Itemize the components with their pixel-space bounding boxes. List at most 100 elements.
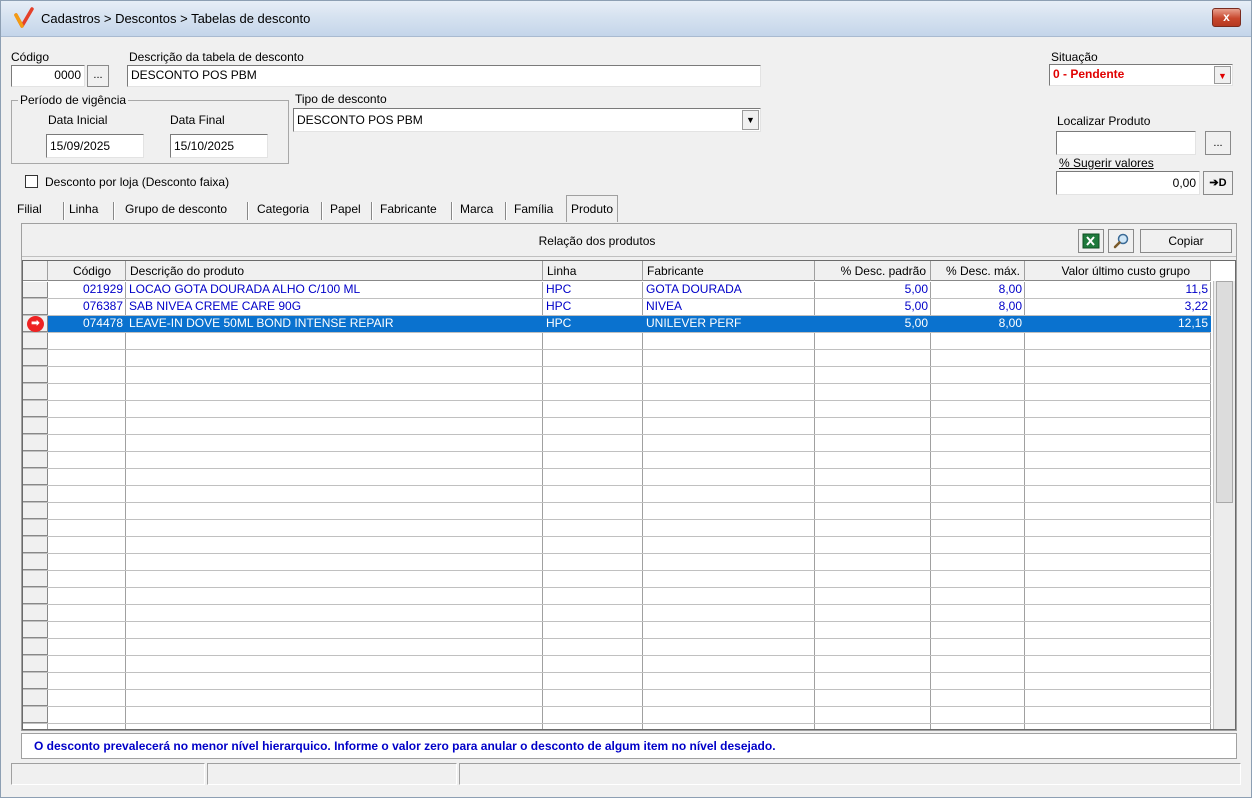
magnifier-icon bbox=[1113, 233, 1129, 249]
chevron-down-icon[interactable]: ▼ bbox=[1214, 66, 1231, 84]
tab-linha[interactable]: Linha bbox=[65, 198, 102, 222]
data-final-label: Data Final bbox=[170, 113, 225, 127]
row-indicator[interactable] bbox=[23, 282, 48, 298]
vertical-scrollbar[interactable] bbox=[1213, 281, 1235, 729]
cell-codigo: 076387 bbox=[82, 299, 123, 313]
row-indicator[interactable] bbox=[23, 690, 48, 706]
row-divider bbox=[23, 434, 1211, 435]
localizar-label: Localizar Produto bbox=[1057, 114, 1151, 128]
row-divider bbox=[23, 502, 1211, 503]
situacao-select[interactable]: 0 - Pendente ▼ bbox=[1049, 64, 1233, 86]
header-desc-padrao[interactable]: % Desc. padrão bbox=[815, 261, 931, 281]
tab-filial[interactable]: Filial bbox=[13, 198, 46, 222]
row-indicator[interactable] bbox=[23, 656, 48, 672]
row-divider bbox=[23, 638, 1211, 639]
copiar-button[interactable]: Copiar bbox=[1140, 229, 1232, 253]
row-indicator[interactable] bbox=[23, 486, 48, 502]
row-indicator[interactable] bbox=[23, 622, 48, 638]
chevron-down-icon[interactable]: ▼ bbox=[742, 110, 759, 130]
excel-icon bbox=[1082, 233, 1100, 249]
title-bar: Cadastros > Descontos > Tabelas de desco… bbox=[1, 1, 1251, 37]
row-indicator[interactable] bbox=[23, 503, 48, 519]
descricao-input[interactable]: DESCONTO POS PBM bbox=[127, 65, 761, 87]
situacao-label: Situação bbox=[1051, 50, 1098, 64]
header-codigo[interactable]: Código bbox=[48, 261, 126, 281]
row-indicator[interactable] bbox=[23, 537, 48, 553]
tab-papel[interactable]: Papel bbox=[326, 198, 365, 222]
row-divider bbox=[23, 536, 1211, 537]
row-indicator[interactable] bbox=[23, 384, 48, 400]
row-indicator[interactable] bbox=[23, 469, 48, 485]
tab-produto[interactable]: Produto bbox=[566, 195, 619, 222]
close-button[interactable]: x bbox=[1212, 8, 1241, 27]
row-indicator[interactable] bbox=[23, 435, 48, 451]
header-desc-max[interactable]: % Desc. máx. bbox=[931, 261, 1025, 281]
sugerir-input[interactable]: 0,00 bbox=[1056, 171, 1200, 195]
codigo-lookup-button[interactable]: ... bbox=[87, 65, 109, 87]
cell-desc-max: 8,00 bbox=[998, 282, 1022, 296]
header-valor[interactable]: Valor último custo grupo bbox=[1025, 261, 1211, 281]
codigo-label: Código bbox=[11, 50, 50, 64]
row-divider bbox=[23, 604, 1211, 605]
row-indicator[interactable] bbox=[23, 299, 48, 315]
row-indicator[interactable] bbox=[23, 333, 48, 349]
row-indicator[interactable] bbox=[23, 401, 48, 417]
row-indicator[interactable] bbox=[23, 673, 48, 689]
header-linha[interactable]: Linha bbox=[543, 261, 643, 281]
tipo-select[interactable]: DESCONTO POS PBM ▼ bbox=[293, 108, 761, 132]
localizar-button[interactable]: ... bbox=[1205, 131, 1231, 155]
produtos-grid[interactable]: Código Descrição do produto Linha Fabric… bbox=[22, 260, 1236, 730]
row-divider bbox=[23, 366, 1211, 367]
row-divider bbox=[23, 451, 1211, 452]
codigo-input[interactable]: 0000 bbox=[11, 65, 85, 87]
tab-separator bbox=[247, 202, 249, 220]
cell-desc-padrao: 5,00 bbox=[904, 299, 928, 313]
row-indicator[interactable] bbox=[23, 588, 48, 604]
data-final-input[interactable]: 15/10/2025 bbox=[170, 134, 268, 158]
tab-marca[interactable]: Marca bbox=[456, 198, 497, 222]
row-indicator[interactable] bbox=[23, 707, 48, 723]
tab-separator bbox=[451, 202, 453, 220]
row-indicator[interactable] bbox=[23, 367, 48, 383]
main-window: Cadastros > Descontos > Tabelas de desco… bbox=[0, 0, 1252, 798]
data-inicial-input[interactable]: 15/09/2025 bbox=[46, 134, 144, 158]
apply-suggestion-button[interactable]: ➔D bbox=[1203, 171, 1233, 195]
row-indicator[interactable] bbox=[23, 639, 48, 655]
excel-export-button[interactable] bbox=[1078, 229, 1104, 253]
localizar-input[interactable] bbox=[1056, 131, 1196, 155]
row-divider bbox=[23, 468, 1211, 469]
table-row[interactable]: 076387 SAB NIVEA CREME CARE 90G HPC NIVEA 5,… bbox=[48, 299, 1211, 315]
table-row[interactable]: 021929 LOCAO GOTA DOURADA ALHO C/100 ML HP… bbox=[48, 282, 1211, 298]
tab-fabricante[interactable]: Fabricante bbox=[376, 198, 441, 222]
row-divider bbox=[23, 349, 1211, 350]
row-divider bbox=[23, 706, 1211, 707]
desconto-loja-checkbox[interactable] bbox=[25, 175, 38, 188]
cell-desc-max: 8,00 bbox=[998, 299, 1022, 313]
cell-fabricante: NIVEA bbox=[646, 299, 683, 313]
scrollbar-thumb[interactable] bbox=[1216, 281, 1233, 503]
tab-familia[interactable]: Família bbox=[510, 198, 557, 222]
row-divider bbox=[23, 383, 1211, 384]
row-indicator[interactable] bbox=[23, 418, 48, 434]
header-descricao[interactable]: Descrição do produto bbox=[126, 261, 543, 281]
row-indicator[interactable] bbox=[23, 554, 48, 570]
table-row[interactable]: 074478 LEAVE-IN DOVE 50ML BOND INTENSE RE… bbox=[48, 316, 1211, 332]
tab-separator bbox=[371, 202, 373, 220]
row-indicator[interactable] bbox=[23, 452, 48, 468]
tab-categoria[interactable]: Categoria bbox=[253, 198, 313, 222]
row-divider bbox=[23, 553, 1211, 554]
tab-grupo-desconto[interactable]: Grupo de desconto bbox=[121, 198, 231, 222]
search-button[interactable] bbox=[1108, 229, 1134, 253]
header-fabricante[interactable]: Fabricante bbox=[643, 261, 815, 281]
grid-header: Código Descrição do produto Linha Fabric… bbox=[23, 261, 1211, 281]
status-segment bbox=[207, 763, 457, 785]
produtos-panel: Relação dos produtos Copiar Código Descr… bbox=[21, 223, 1237, 731]
footer-message: O desconto prevalecerá no menor nível hi… bbox=[21, 733, 1237, 759]
header-indicator bbox=[23, 261, 48, 281]
row-indicator[interactable] bbox=[23, 350, 48, 366]
desconto-loja-label: Desconto por loja (Desconto faixa) bbox=[45, 175, 230, 189]
app-logo-icon bbox=[14, 7, 34, 28]
row-indicator[interactable] bbox=[23, 571, 48, 587]
row-indicator[interactable] bbox=[23, 605, 48, 621]
row-indicator[interactable] bbox=[23, 520, 48, 536]
